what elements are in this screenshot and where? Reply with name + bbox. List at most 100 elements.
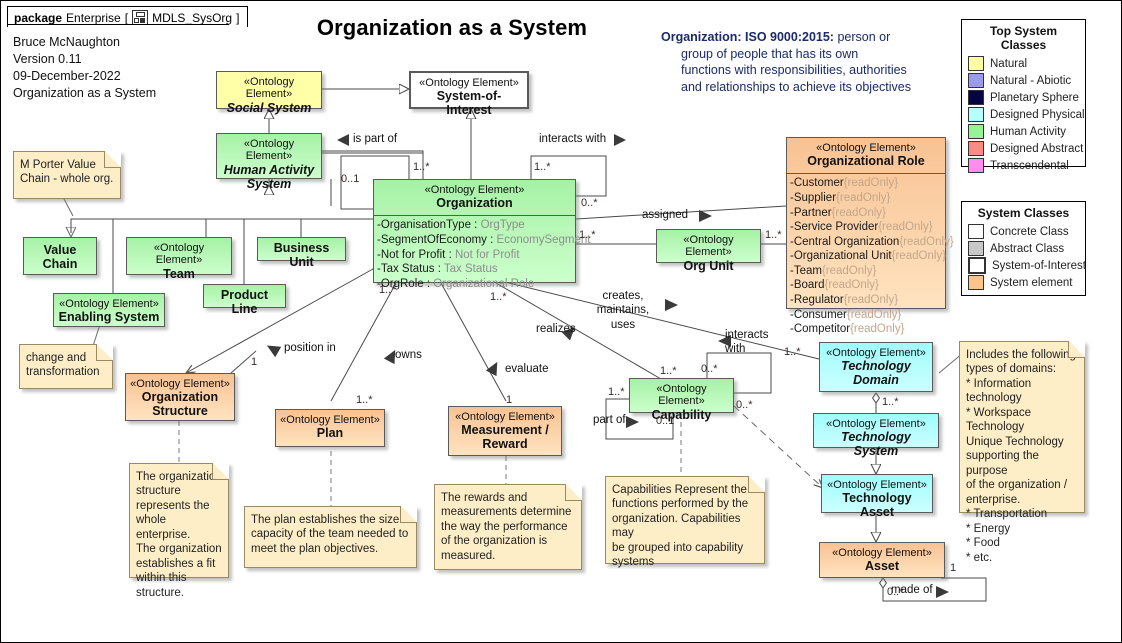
multiplicity: 1..* (413, 161, 430, 173)
stereotype-label: «Ontology Element» (816, 142, 916, 154)
edge-label-is-part-of: is part of (353, 133, 398, 145)
multiplicity: 1..* (579, 229, 596, 241)
class-value-chain[interactable]: Value Chain (23, 237, 97, 275)
attribute-row: -Service Provider{readOnly} (790, 221, 933, 234)
multiplicity: 1..* (784, 346, 801, 358)
multiplicity: 1..* (765, 229, 782, 241)
diagram-title: Organization as a System (316, 15, 588, 40)
class-organizational-role[interactable]: «Ontology Element» Organizational Role -… (786, 137, 954, 335)
diagram-canvas: package Enterprise [ MDLS_SysOrg ] Organ… (0, 0, 1122, 643)
legend-row: Natural - Abiotic (968, 72, 1079, 89)
package-name: Enterprise (66, 10, 121, 25)
color-swatch (968, 158, 984, 173)
class-organization-structure[interactable]: «Ontology Element» Organization Structur… (125, 373, 235, 421)
legend-system-classes: System Classes Concrete Class Abstract C… (961, 201, 1086, 296)
organization-attributes: -OrganisationType : OrgType -SegmentOfEc… (374, 215, 591, 294)
note-organization-structure: The organization structure represents th… (129, 463, 229, 599)
multiplicity: 1..* (490, 291, 507, 303)
note-fold-icon (96, 344, 113, 361)
stereotype-label: «Ontology Element» (130, 378, 230, 390)
class-org-unit[interactable]: «Ontology Element» Org Unit (656, 229, 761, 273)
multiplicity: 1..* (356, 394, 373, 406)
edge-label-evaluate: evaluate (505, 363, 549, 375)
note-text: M Porter Value Chain - whole org. (20, 159, 114, 186)
class-technology-asset[interactable]: «Ontology Element» Technology Asset (821, 474, 933, 519)
legend-top-system-classes: Top System Classes Natural Natural - Abi… (961, 19, 1086, 173)
class-team[interactable]: «Ontology Element» Team (126, 237, 232, 281)
edge-label-part-of: part of (593, 414, 626, 426)
note-measurement: The rewards and measurements determine t… (434, 484, 582, 570)
class-enabling-system[interactable]: «Ontology Element» Enabling System (53, 293, 165, 327)
stereotype-label: «Ontology Element» (243, 76, 295, 101)
class-human-activity-system[interactable]: «Ontology Element» Human Activity System (216, 133, 322, 191)
note-plan: The plan establishes the size / capacity… (244, 506, 417, 568)
color-swatch (968, 275, 984, 290)
note-text: The plan establishes the size / capacity… (251, 514, 409, 555)
legend-row: Human Activity (968, 123, 1079, 140)
org-role-attributes: -Customer{readOnly} -Supplier{readOnly} … (787, 173, 954, 340)
meta-author: Bruce McNaughton (13, 35, 121, 49)
creates-arrow (665, 299, 678, 311)
evaluate-arrow (485, 361, 498, 377)
class-social-system[interactable]: «Ontology Element» Social System (216, 71, 322, 115)
class-measurement-reward[interactable]: «Ontology Element» Measurement / Reward (448, 406, 562, 456)
multiplicity: 1..* (608, 386, 625, 398)
legend-label: Designed Physical (990, 108, 1085, 121)
class-technology-system[interactable]: «Ontology Element» Technology System (813, 413, 939, 458)
is-part-of-arrow (337, 134, 349, 146)
note-fold-icon (400, 506, 417, 523)
position-in-arrow (266, 345, 282, 358)
class-organization[interactable]: «Ontology Element» Organization -Organis… (373, 179, 591, 290)
iso-line-2: functions with responsibilities, authori… (681, 63, 907, 77)
legend-label: System-of-Interest (992, 259, 1086, 272)
stereotype-label: «Ontology Element» (153, 242, 205, 267)
legend-title: Top System Classes (989, 24, 1058, 52)
attribute-row: -Consumer{readOnly} (790, 308, 902, 321)
class-business-unit[interactable]: Business Unit (257, 237, 346, 269)
legend-row: System element (968, 274, 1079, 291)
stereotype-label: «Ontology Element» (826, 347, 926, 359)
note-technology-domains: Includes the following types of domains:… (959, 341, 1085, 564)
legend-row: Natural (968, 55, 1079, 72)
color-swatch (968, 73, 984, 88)
note-fold-icon (748, 476, 765, 493)
edge-label-interacts-with-capability: interacts with (725, 329, 769, 356)
legend-label: Natural - Abiotic (990, 74, 1072, 87)
class-name: Org Unit (683, 258, 734, 273)
stereotype-label: «Ontology Element» (280, 414, 380, 426)
class-system-of-interest[interactable]: «Ontology Element» System-of-Interest (409, 71, 529, 117)
class-capability[interactable]: «Ontology Element» Capability (629, 378, 734, 422)
legend-label: Designed Abstract (990, 142, 1084, 155)
package-keyword: package (14, 10, 63, 25)
attribute-row: -Tax Status : Tax Status (377, 263, 498, 276)
multiplicity: 1..* (534, 161, 551, 173)
multiplicity: 1 (506, 394, 513, 406)
legend-row: System-of-Interest (968, 257, 1086, 274)
attribute-row: -OrgRole : Organizational Role (377, 277, 535, 290)
class-name: Measurement / Reward (461, 423, 549, 452)
attribute-row: -Not for Profit : Not for Profit (377, 248, 520, 261)
stereotype-label: «Ontology Element» (455, 411, 555, 423)
multiplicity: 0..1 (656, 415, 675, 427)
legend-label: Concrete Class (990, 225, 1069, 238)
attribute-row: -Central Organization{readOnly} (790, 235, 954, 248)
meta-version: Version 0.11 (13, 51, 82, 66)
class-asset[interactable]: «Ontology Element» Asset (819, 542, 945, 578)
edge-label-owns: owns (395, 349, 422, 361)
multiplicity: 0..1 (341, 173, 360, 185)
class-plan[interactable]: «Ontology Element» Plan (275, 409, 385, 447)
class-product-line[interactable]: Product Line (203, 284, 286, 316)
note-fold-icon (565, 484, 582, 501)
legend-label: Human Activity (990, 125, 1067, 138)
iso-line-3: and relationships to achieve its objecti… (681, 79, 911, 94)
class-name: Team (163, 266, 195, 281)
stereotype-label: «Ontology Element» (59, 298, 159, 310)
stereotype-label: «Ontology Element» (826, 418, 926, 430)
multiplicity: 0..* (736, 399, 753, 411)
edge-label-assigned: assigned (642, 209, 689, 221)
package-bracket-close: ] (236, 10, 240, 25)
color-swatch (968, 141, 984, 156)
class-technology-domain[interactable]: «Ontology Element» Technology Domain (819, 342, 933, 392)
attribute-row: -Team{readOnly} (790, 264, 877, 277)
stereotype-label: «Ontology Element» (419, 77, 519, 89)
